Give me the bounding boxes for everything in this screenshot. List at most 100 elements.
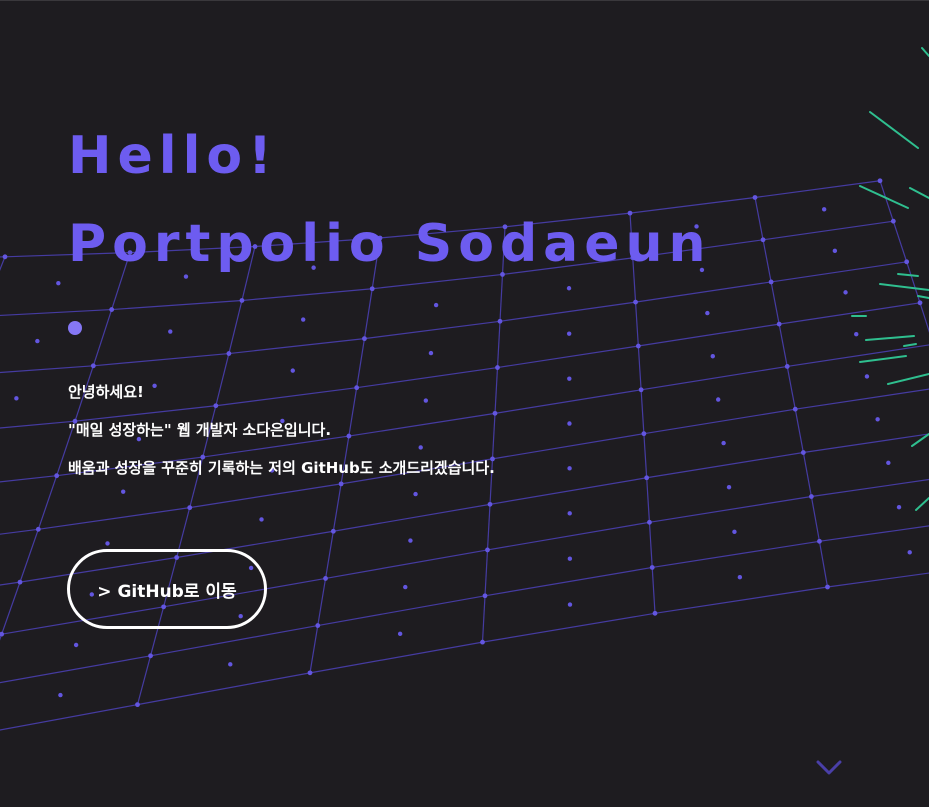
mesh-line <box>0 633 3 641</box>
particle-streak <box>921 47 929 57</box>
particle-streak <box>879 283 929 291</box>
mesh-node <box>73 642 79 648</box>
mesh-line <box>640 389 645 434</box>
mesh-node <box>567 511 572 516</box>
mesh-node <box>896 504 902 510</box>
mesh-node <box>290 368 295 373</box>
mesh-line <box>638 323 780 347</box>
mesh-node <box>135 702 140 708</box>
intro-text: 안녕하세요! "매일 성장하는" 웹 개발자 소다은입니다. 배움과 성장을 꾸… <box>68 380 495 494</box>
intro-greeting: 안녕하세요! <box>68 383 144 401</box>
mesh-node <box>228 662 233 667</box>
mesh-node <box>105 541 110 546</box>
mesh-node <box>638 387 644 393</box>
mesh-line <box>754 180 881 199</box>
mesh-line <box>364 320 501 340</box>
mesh-node <box>0 631 5 637</box>
mesh-line <box>827 572 929 588</box>
mesh-line <box>0 704 138 731</box>
mesh-node <box>168 329 173 334</box>
particle-streak <box>903 343 917 347</box>
particle-streak <box>909 187 929 199</box>
github-button[interactable]: > GitHub로 이동 <box>67 549 267 629</box>
mesh-node <box>644 475 650 481</box>
mesh-line <box>37 475 58 530</box>
mesh-node <box>635 343 641 349</box>
mesh-node <box>875 417 880 422</box>
mesh-line <box>317 595 486 627</box>
mesh-node <box>403 584 408 590</box>
mesh-line <box>481 595 486 643</box>
mesh-line <box>19 529 39 583</box>
mesh-line <box>484 549 489 596</box>
mesh-line <box>497 345 639 369</box>
mesh-line <box>489 477 647 505</box>
mesh-line <box>0 581 21 586</box>
mesh-line <box>317 578 327 626</box>
particle-streak <box>917 295 929 299</box>
mesh-line <box>754 197 764 240</box>
mesh-node <box>14 396 19 401</box>
mesh-node <box>56 280 61 286</box>
mesh-line <box>803 433 929 454</box>
mesh-node <box>226 351 232 356</box>
mesh-node <box>877 178 883 184</box>
mesh-node <box>323 576 328 581</box>
mesh-line <box>492 433 644 460</box>
mesh-line <box>919 302 929 333</box>
mesh-line <box>778 323 788 367</box>
particle-streak <box>859 185 909 209</box>
mesh-node <box>259 517 264 522</box>
mesh-node <box>487 501 493 507</box>
mesh-line <box>324 531 334 579</box>
mesh-node <box>17 579 23 585</box>
mesh-node <box>721 440 726 446</box>
particle-streak <box>869 111 919 149</box>
mesh-node <box>482 593 488 599</box>
mesh-line <box>634 302 639 347</box>
mesh-line <box>494 389 642 414</box>
mesh-line <box>786 366 796 410</box>
chevron-down-icon[interactable] <box>815 758 843 778</box>
mesh-node <box>480 639 485 645</box>
particle-streak <box>897 273 919 277</box>
mesh-line <box>136 655 152 705</box>
particle-streak <box>915 497 929 511</box>
mesh-node <box>726 484 732 490</box>
mesh-line <box>643 408 796 435</box>
mesh-line <box>637 345 642 390</box>
particle-streaks <box>851 47 929 511</box>
mesh-node <box>58 692 63 698</box>
mesh-node <box>567 421 572 426</box>
mesh-node <box>497 318 503 324</box>
intro-description: 배움과 성장을 꾸준히 기록하는 저의 GitHub도 소개드리겠습니다. <box>68 459 495 477</box>
mesh-node <box>792 406 798 412</box>
hero-title-line-1: Hello! <box>68 126 278 186</box>
mesh-line <box>496 321 501 368</box>
mesh-node <box>890 218 896 224</box>
particle-streak <box>865 335 915 341</box>
mesh-node <box>710 354 715 359</box>
mesh-node <box>567 466 572 471</box>
mesh-node <box>433 302 439 308</box>
mesh-node <box>567 602 573 607</box>
mesh-line <box>0 420 76 429</box>
mesh-node <box>776 321 782 327</box>
mesh-line <box>38 507 190 530</box>
mesh-node <box>808 494 814 499</box>
mesh-node <box>649 565 655 570</box>
mesh-line <box>810 496 821 542</box>
mesh-line <box>309 625 319 673</box>
mesh-line <box>486 504 491 550</box>
mesh-line <box>641 365 788 391</box>
mesh-line <box>228 338 365 355</box>
mesh-line <box>649 495 812 523</box>
mesh-node <box>109 307 115 312</box>
mesh-line <box>762 239 772 283</box>
mesh-node <box>817 538 822 544</box>
mesh-line <box>819 525 929 542</box>
mesh-line <box>150 624 318 657</box>
mesh-node <box>784 364 790 369</box>
particle-streak <box>887 373 929 385</box>
mesh-line <box>802 452 812 497</box>
